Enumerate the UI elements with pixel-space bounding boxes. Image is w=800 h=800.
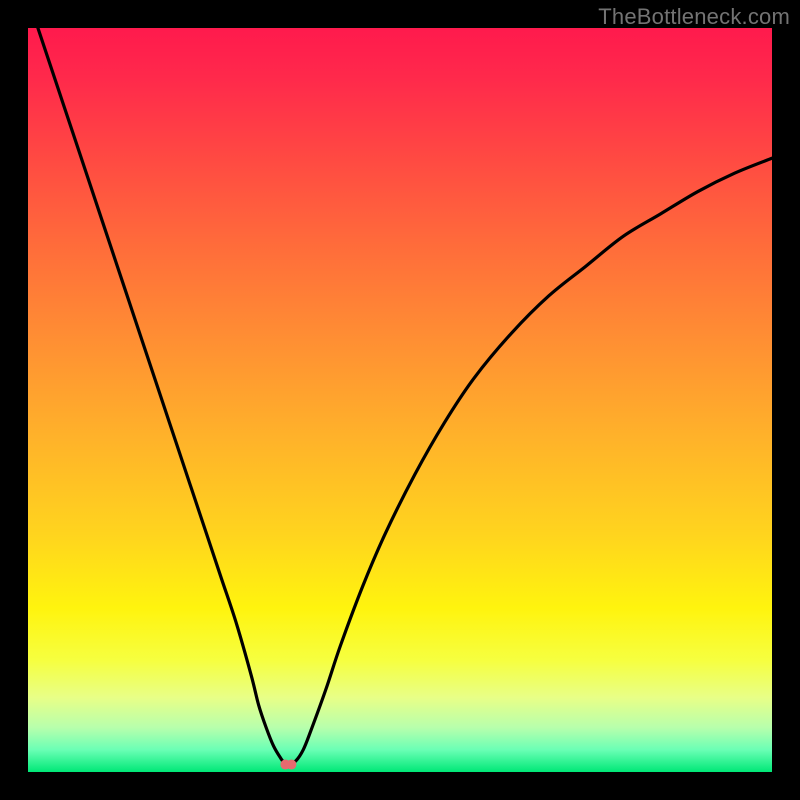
chart-marker-dot <box>286 760 296 770</box>
chart-plot-area <box>28 28 772 772</box>
watermark-text: TheBottleneck.com <box>598 4 790 30</box>
chart-marker <box>280 760 296 770</box>
chart-frame: TheBottleneck.com <box>0 0 800 800</box>
chart-gradient-bg <box>28 28 772 772</box>
chart-svg <box>28 28 772 772</box>
